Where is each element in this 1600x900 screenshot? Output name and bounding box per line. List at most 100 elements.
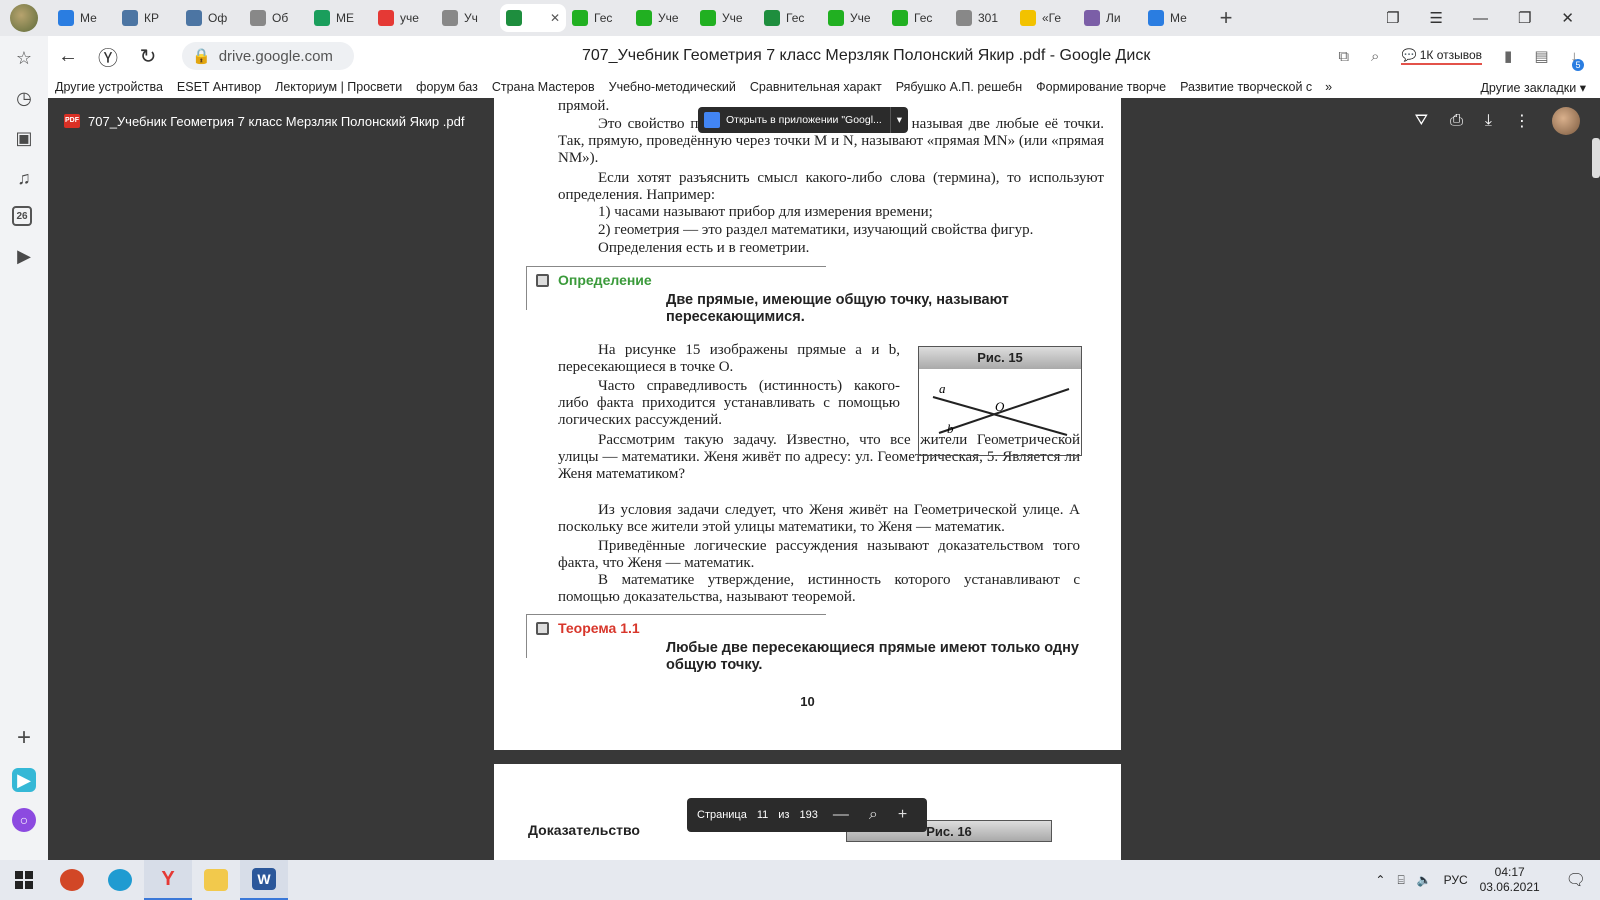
browser-tab[interactable]: уче — [372, 4, 436, 32]
file-explorer-icon[interactable] — [192, 860, 240, 900]
tab-favicon-icon — [636, 10, 652, 26]
browser-tab[interactable]: Гес — [566, 4, 630, 32]
star-icon[interactable]: ☆ — [12, 46, 36, 70]
yandex-icon[interactable]: Ⓨ — [88, 42, 128, 71]
download-count-badge: 5 — [1572, 58, 1584, 71]
word-icon[interactable]: W — [240, 860, 288, 900]
start-button[interactable] — [0, 860, 48, 900]
browser-tab[interactable]: Гес — [758, 4, 822, 32]
open-in-app-button[interactable]: Открыть в приложении "Googl... ▾ — [698, 107, 908, 133]
current-page-input[interactable]: 11 — [752, 809, 773, 821]
chevron-down-icon[interactable]: ▾ — [889, 107, 908, 133]
back-button[interactable]: ← — [48, 45, 88, 68]
minimize-button[interactable]: — — [1473, 10, 1488, 27]
calendar-icon[interactable]: 26 — [12, 206, 32, 226]
browser-tab[interactable]: «Ге — [1014, 4, 1078, 32]
browser-tab[interactable]: КР — [116, 4, 180, 32]
download-icon[interactable]: ↓ 5 — [1571, 48, 1584, 71]
bookmark-item[interactable]: Развитие творческой с — [1173, 80, 1319, 94]
reviews-button[interactable]: 💬 1К отзывов — [1401, 47, 1483, 65]
bookmark-item[interactable]: ESET Антивор — [170, 80, 268, 94]
bookmark-item[interactable]: Страна Мастеров — [485, 80, 602, 94]
history-icon[interactable]: ◷ — [12, 86, 36, 110]
pdf-icon: PDF — [64, 114, 80, 128]
tab-favicon-icon — [442, 10, 458, 26]
theorem-text: Любые две пересекающиеся прямые имеют то… — [666, 640, 1079, 673]
browser-tab[interactable]: Ме — [52, 4, 116, 32]
collections-icon[interactable]: ❐ — [1386, 9, 1399, 27]
browser-tab[interactable]: Ли — [1078, 4, 1142, 32]
close-window-button[interactable]: ✕ — [1561, 9, 1574, 27]
messenger-icon[interactable]: ▶ — [12, 768, 36, 792]
browser-tab[interactable]: 301 — [950, 4, 1014, 32]
alice-icon[interactable]: ○ — [12, 808, 36, 832]
chevron-up-icon[interactable]: ⌃ — [1375, 873, 1385, 887]
user-avatar[interactable] — [1552, 107, 1580, 135]
clock[interactable]: 04:17 03.06.2021 — [1480, 865, 1540, 895]
bookmark-item[interactable]: Сравнительная характ — [743, 80, 889, 94]
reload-button[interactable]: ↻ — [128, 44, 168, 69]
download-icon[interactable]: ⤓ — [1485, 112, 1492, 130]
zoom-out-button[interactable]: — — [823, 806, 859, 824]
tab-label: Гес — [786, 11, 805, 25]
language-indicator[interactable]: РУС — [1444, 873, 1468, 887]
profile-avatar[interactable] — [10, 4, 38, 32]
pdf-viewer: PDF 707_Учебник Геометрия 7 класс Мерзля… — [48, 98, 1600, 860]
powerpoint-icon[interactable] — [48, 860, 96, 900]
menu-icon[interactable]: ☰ — [1430, 9, 1443, 27]
browser-tab[interactable]: Уче — [630, 4, 694, 32]
browser-tab[interactable]: Уч — [436, 4, 500, 32]
notifications-icon[interactable]: 🗨 — [1566, 870, 1586, 890]
reviews-label: 1К отзывов — [1419, 47, 1483, 62]
zoom-icon[interactable]: ⌕ — [859, 806, 888, 824]
bookmark-icon[interactable]: ▮ — [1504, 47, 1512, 65]
bookmarks-more-button[interactable]: » — [1325, 80, 1332, 94]
tab-favicon-icon — [250, 10, 266, 26]
browser-tab[interactable]: ✕ — [500, 4, 566, 32]
bookmark-item[interactable]: Другие устройства — [48, 80, 170, 94]
add-to-drive-icon[interactable]: ⛛ — [1415, 112, 1428, 130]
restore-button[interactable]: ❐ — [1518, 9, 1531, 27]
browser-tab[interactable]: Ме — [1142, 4, 1206, 32]
window-controls: ❐ ☰ — ❐ ✕ — [1386, 9, 1600, 28]
tabs-icon[interactable]: ▣ — [12, 126, 36, 150]
zoom-in-button[interactable]: + — [888, 806, 917, 824]
notifications-icon[interactable]: ♫ — [12, 166, 36, 190]
search-icon[interactable]: ⌕ — [1371, 48, 1379, 65]
browser-tab[interactable]: Уче — [694, 4, 758, 32]
windows-taskbar: Y W ⌃ ⌸ 🔈 РУС 04:17 03.06.2021 🗨 — [0, 860, 1600, 900]
scrollbar[interactable] — [1592, 138, 1600, 178]
browser-tab[interactable]: МЕ — [308, 4, 372, 32]
label-a: a — [939, 381, 946, 396]
theorem-box: Теорема 1.1 Любые две пересекающиеся пря… — [526, 614, 1086, 684]
bookmark-item[interactable]: Рябушко А.П. решебн — [889, 80, 1029, 94]
other-bookmarks[interactable]: Другие закладки ▾ — [1480, 80, 1600, 95]
bookmark-item[interactable]: Лекториум | Просвети — [268, 80, 409, 94]
checkbox-icon — [536, 274, 549, 287]
bookmark-item[interactable]: Учебно-методический — [602, 80, 743, 94]
browser-tab[interactable]: Гес — [886, 4, 950, 32]
video-icon[interactable]: ▶ — [12, 244, 36, 268]
edge-icon[interactable] — [96, 860, 144, 900]
network-icon[interactable]: ⌸ — [1397, 873, 1404, 888]
bookmark-item[interactable]: Формирование творче — [1029, 80, 1173, 94]
tab-label: МЕ — [336, 11, 354, 25]
address-bar[interactable]: 🔒 drive.google.com — [182, 42, 354, 70]
add-panel-button[interactable]: + — [12, 724, 36, 751]
more-options-icon[interactable]: ⋮ — [1514, 111, 1530, 131]
browser-tab[interactable]: Оф — [180, 4, 244, 32]
definition-text: Две прямые, имеющие общую точку, называю… — [666, 292, 1009, 325]
bookmark-item[interactable]: форум баз — [409, 80, 485, 94]
url-text: drive.google.com — [218, 47, 333, 65]
print-icon[interactable]: ⎙ — [1450, 112, 1463, 130]
browser-tab[interactable]: Уче — [822, 4, 886, 32]
browser-tab[interactable]: Об — [244, 4, 308, 32]
copy-icon[interactable]: ⧉ — [1338, 48, 1349, 65]
volume-icon[interactable]: 🔈 — [1417, 873, 1432, 887]
yandex-browser-icon[interactable]: Y — [144, 860, 192, 900]
new-tab-button[interactable]: + — [1212, 4, 1240, 32]
collections-icon[interactable]: ▤ — [1534, 47, 1548, 65]
clock-time: 04:17 — [1494, 865, 1525, 879]
other-bookmarks-label: Другие закладки — [1480, 80, 1577, 95]
close-tab-icon[interactable]: ✕ — [550, 11, 560, 25]
